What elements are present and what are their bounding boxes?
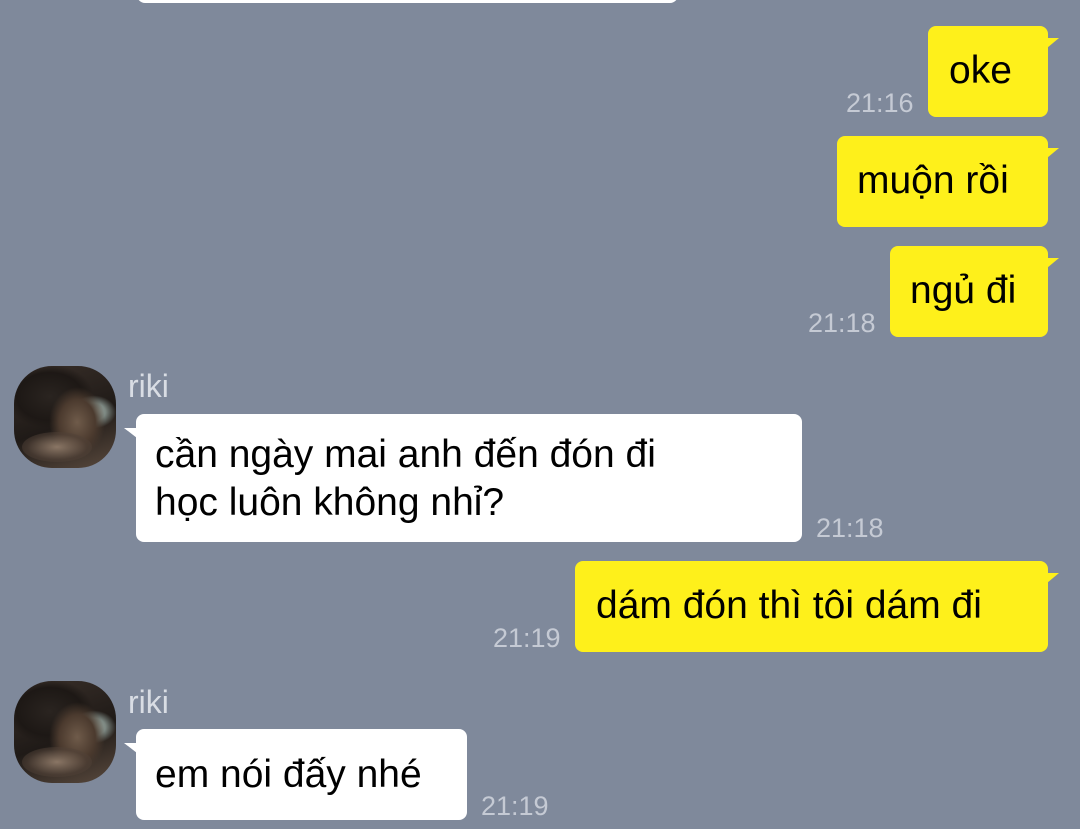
message-time: 21:18	[816, 513, 884, 543]
outgoing-message-bubble[interactable]: dám đón thì tôi dám đi	[575, 561, 1059, 652]
message-text: em nói đấy nhé	[155, 753, 422, 796]
sender-name: riki	[128, 368, 169, 404]
message-text: dám đón thì tôi dám đi	[596, 584, 982, 627]
outgoing-message-bubble[interactable]: ngủ đi	[890, 246, 1059, 337]
message-text: muộn rồi	[857, 159, 1009, 202]
incoming-message-bubble[interactable]: cần ngày mai anh đến đón đi học luôn khô…	[124, 414, 802, 542]
previous-message-bubble[interactable]	[137, 0, 678, 3]
chat-view: 21:16 oke muộn rồi 21:18 ngủ đi riki cần…	[0, 0, 1080, 829]
message-text-line: học luôn không nhỉ?	[155, 481, 505, 524]
message-time: 21:16	[846, 88, 914, 118]
message-time: 21:19	[493, 623, 561, 653]
outgoing-message-bubble[interactable]: muộn rồi	[837, 136, 1059, 227]
message-text: oke	[949, 49, 1012, 92]
message-text-line: cần ngày mai anh đến đón đi	[155, 433, 656, 476]
outgoing-message-bubble[interactable]: oke	[928, 26, 1059, 117]
sender-name: riki	[128, 684, 169, 720]
sender-avatar[interactable]	[14, 366, 116, 468]
incoming-message-bubble[interactable]: em nói đấy nhé	[124, 729, 467, 820]
message-time: 21:18	[808, 308, 876, 338]
sender-avatar[interactable]	[14, 681, 116, 783]
message-time: 21:19	[481, 791, 549, 821]
message-text: ngủ đi	[910, 269, 1017, 312]
